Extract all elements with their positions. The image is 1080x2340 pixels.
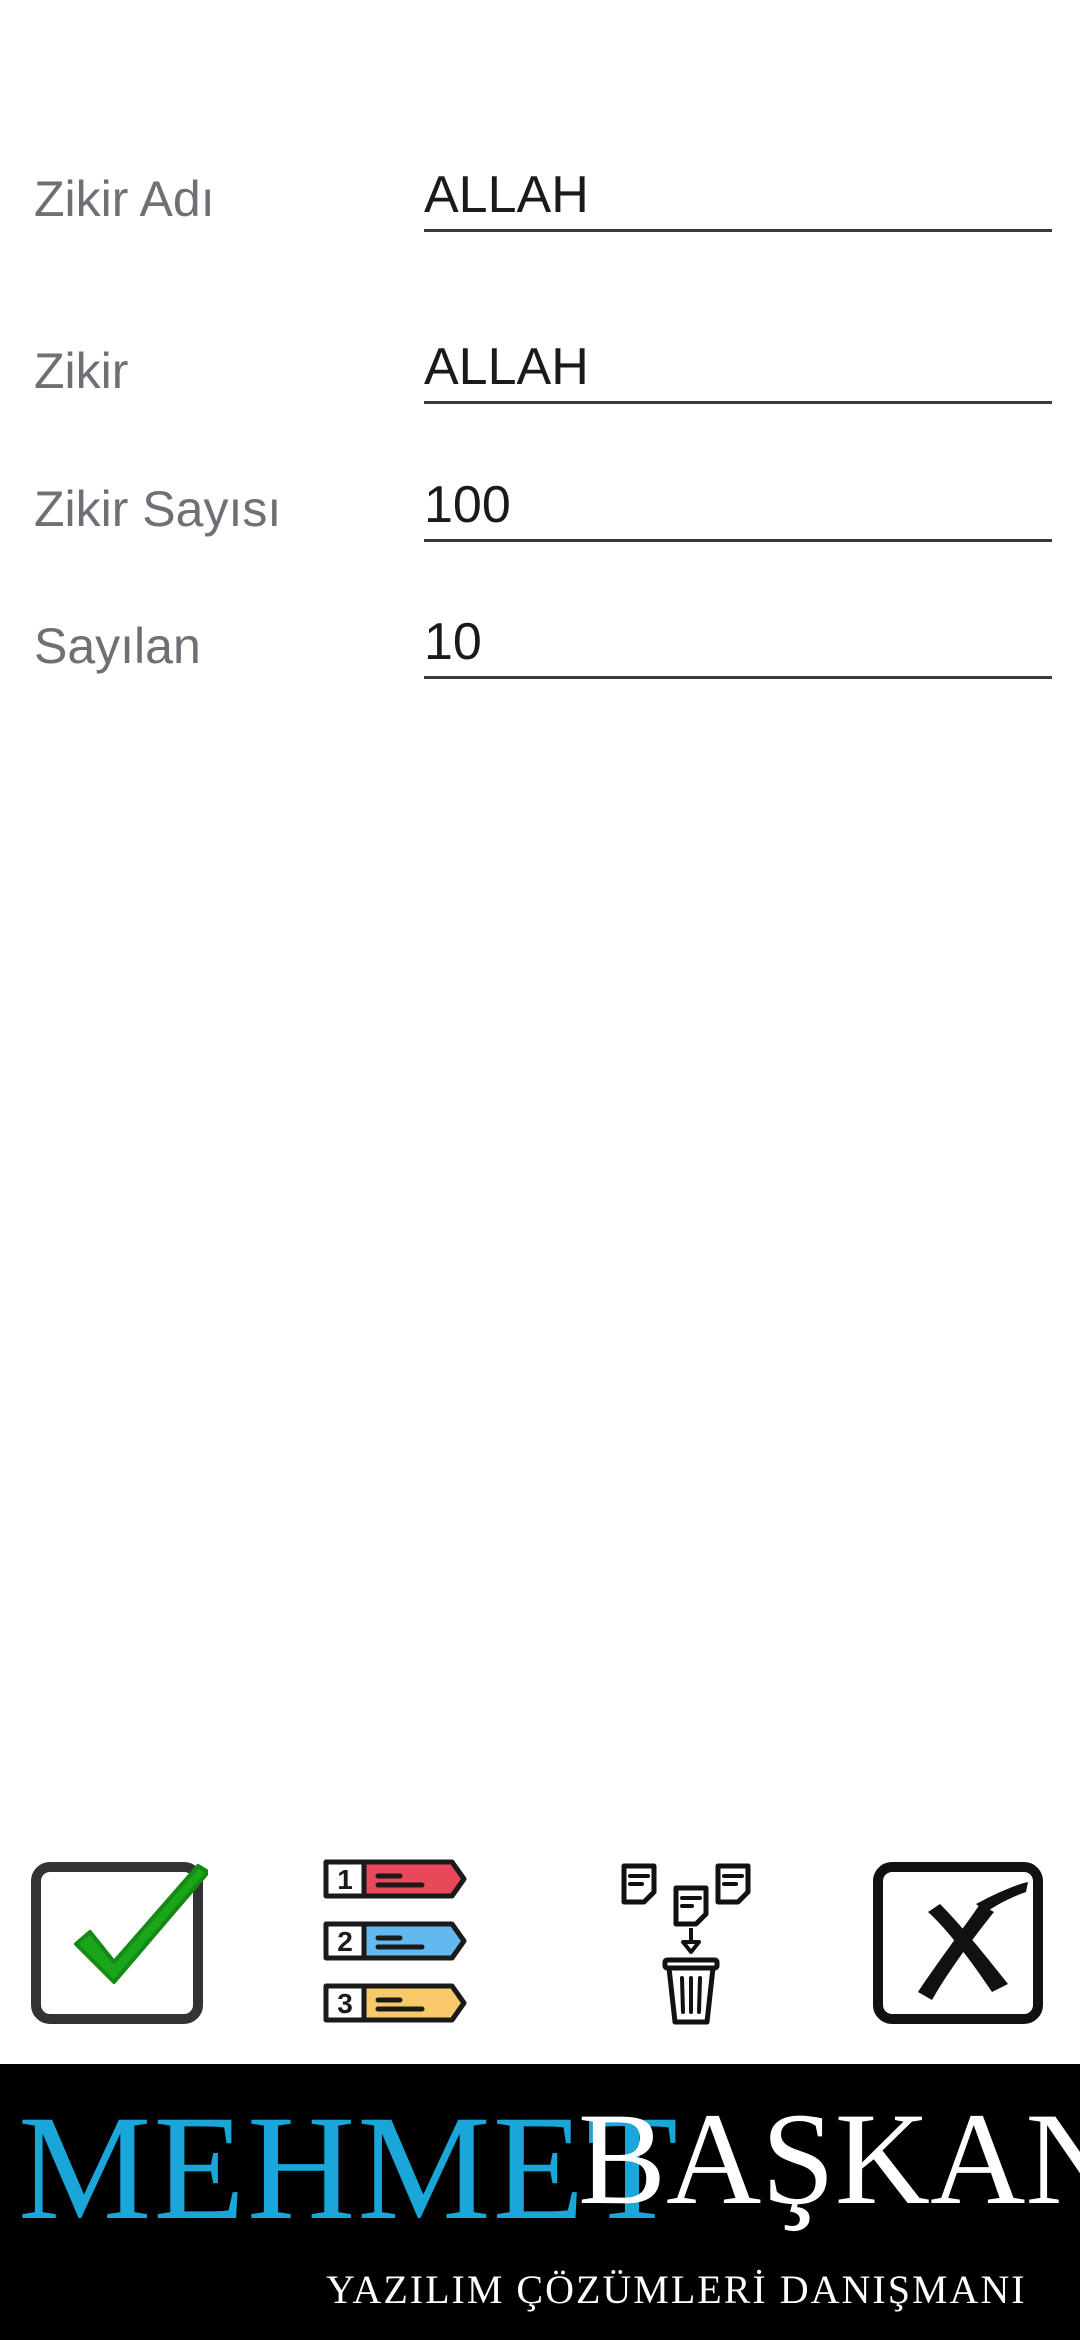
list-number-3: 3 (337, 1988, 353, 2019)
counted-input[interactable] (424, 607, 1052, 679)
cancel-icon (873, 1862, 1043, 2024)
brand-subtitle: YAZILIM ÇÖZÜMLERİ DANIŞMANI (326, 2267, 1027, 2312)
counted-label: Sayılan (34, 618, 201, 674)
numbered-list-icon: 1 2 3 (323, 1859, 467, 2023)
list-number-2: 2 (337, 1926, 353, 1957)
zikir-count-label: Zikir Sayısı (34, 481, 282, 537)
zikir-text-input[interactable] (424, 332, 1052, 404)
zikir-text-row: Zikir (0, 332, 1080, 432)
zikir-count-input[interactable] (424, 470, 1052, 542)
bottom-toolbar: 1 2 3 (0, 1852, 1080, 2032)
zikir-name-row: Zikir Adı (0, 160, 1080, 260)
zikir-name-label: Zikir Adı (34, 171, 215, 227)
save-button[interactable] (28, 1852, 208, 2032)
zikir-name-input[interactable] (424, 160, 1052, 232)
brand-last-name: BAŞKAN (578, 2085, 1080, 2232)
list-button[interactable]: 1 2 3 (322, 1852, 502, 2032)
zikir-edit-screen: Zikir Adı Zikir Zikir Sayısı Sayılan (0, 0, 1080, 2340)
zikir-text-label: Zikir (34, 343, 129, 399)
brand-name: MEHMET BAŞKAN (0, 2082, 1080, 2251)
brand-banner: MEHMET BAŞKAN YAZILIM ÇÖZÜMLERİ DANIŞMAN… (0, 2064, 1080, 2340)
zikir-count-row: Zikir Sayısı (0, 470, 1080, 570)
cancel-button[interactable] (868, 1852, 1048, 2032)
counted-row: Sayılan (0, 607, 1080, 707)
check-icon (31, 1862, 208, 2024)
delete-button[interactable] (602, 1852, 782, 2032)
list-number-1: 1 (337, 1864, 353, 1895)
delete-documents-icon (621, 1863, 751, 2025)
